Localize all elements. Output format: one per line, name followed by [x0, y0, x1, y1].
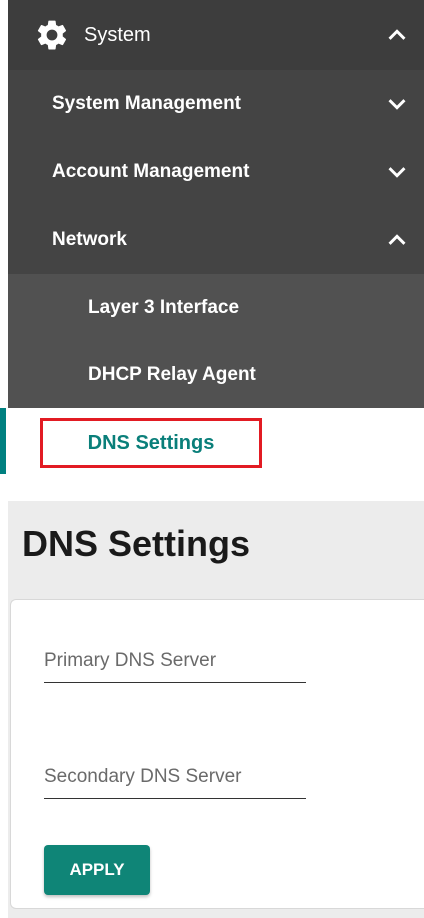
secondary-dns-input[interactable] — [44, 766, 306, 788]
sidebar-item-network[interactable]: Network — [8, 206, 424, 274]
dns-settings-card: APPLY — [10, 599, 424, 909]
sidebar-item-label: Network — [52, 229, 127, 250]
sidebar-item-label: DHCP Relay Agent — [88, 364, 256, 385]
sidebar-item-label: System — [84, 23, 151, 46]
chevron-up-icon — [388, 234, 406, 245]
apply-button[interactable]: APPLY — [44, 845, 150, 895]
sidebar-item-dhcp-relay-agent[interactable]: DHCP Relay Agent — [8, 342, 424, 408]
main-content: DNS Settings APPLY — [8, 501, 424, 918]
secondary-dns-field — [44, 754, 306, 799]
primary-dns-field — [44, 638, 306, 683]
sidebar-item-label: System Management — [52, 93, 242, 114]
sidebar-item-system-management[interactable]: System Management — [8, 70, 424, 138]
sidebar-item-layer3-interface[interactable]: Layer 3 Interface — [8, 274, 424, 342]
sidebar-item-system[interactable]: System — [8, 0, 424, 70]
chevron-down-icon — [388, 167, 406, 178]
sidebar-item-label: Layer 3 Interface — [88, 297, 240, 318]
sidebar-item-label: Account Management — [52, 161, 250, 182]
chevron-up-icon — [388, 29, 406, 40]
active-indicator — [0, 408, 6, 474]
page-title: DNS Settings — [22, 523, 251, 564]
sidebar-item-dns-settings[interactable]: DNS Settings — [40, 418, 262, 468]
gear-icon — [37, 20, 67, 50]
sidebar-item-account-management[interactable]: Account Management — [8, 138, 424, 206]
sidebar-item-label: DNS Settings — [87, 431, 215, 454]
primary-dns-input[interactable] — [44, 650, 306, 672]
chevron-down-icon — [388, 99, 406, 110]
